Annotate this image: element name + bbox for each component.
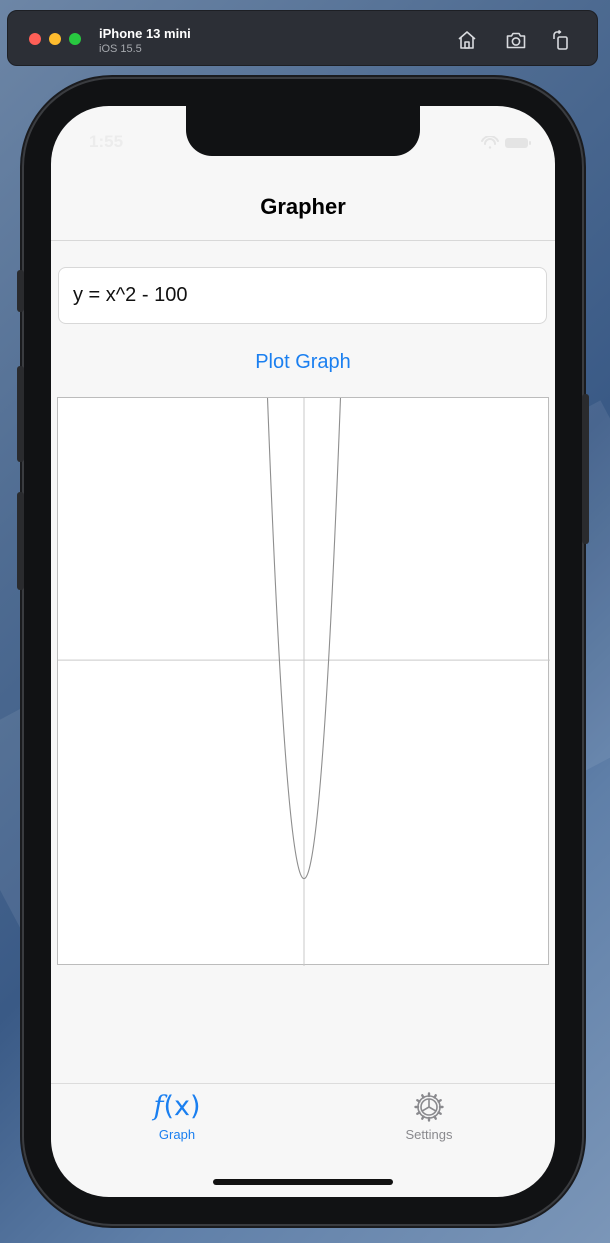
graph-plot: [58, 398, 550, 966]
nav-title: Grapher: [260, 194, 346, 219]
function-icon: f(x): [153, 1091, 201, 1122]
notch: [186, 106, 420, 156]
nav-divider: [51, 240, 555, 241]
tab-bar-divider: [51, 1083, 555, 1084]
minimize-window-button[interactable]: [49, 33, 61, 45]
tab-settings[interactable]: Settings: [369, 1090, 489, 1154]
graph-canvas[interactable]: [57, 397, 550, 966]
volume-down-button: [17, 492, 24, 590]
tab-settings-label: Settings: [405, 1127, 453, 1142]
tab-graph[interactable]: f(x) Graph: [117, 1090, 237, 1154]
power-button: [582, 394, 589, 544]
volume-up-button: [17, 366, 24, 462]
silent-switch: [17, 270, 24, 312]
status-time: 1:55: [89, 132, 124, 151]
rotate-icon[interactable]: [550, 29, 572, 51]
screenshot-icon[interactable]: [505, 29, 527, 51]
equation-input[interactable]: [58, 267, 547, 324]
plot-graph-button[interactable]: Plot Graph: [201, 346, 405, 378]
close-window-button[interactable]: [29, 33, 41, 45]
zoom-window-button[interactable]: [69, 33, 81, 45]
status-icons: [481, 135, 533, 150]
simulator-toolbar: iPhone 13 mini iOS 15.5: [7, 10, 598, 66]
phone-screen: 1:55 Grapher Plot Graph f(x) Graph: [51, 106, 555, 1197]
gear-icon: [369, 1090, 489, 1124]
device-name: iPhone 13 mini: [99, 26, 191, 41]
tab-graph-label: Graph: [158, 1127, 196, 1142]
home-indicator: [213, 1179, 393, 1185]
wifi-icon: [481, 135, 499, 149]
home-icon[interactable]: [456, 29, 478, 51]
battery-icon: [505, 138, 531, 148]
os-version: iOS 15.5: [99, 43, 142, 55]
